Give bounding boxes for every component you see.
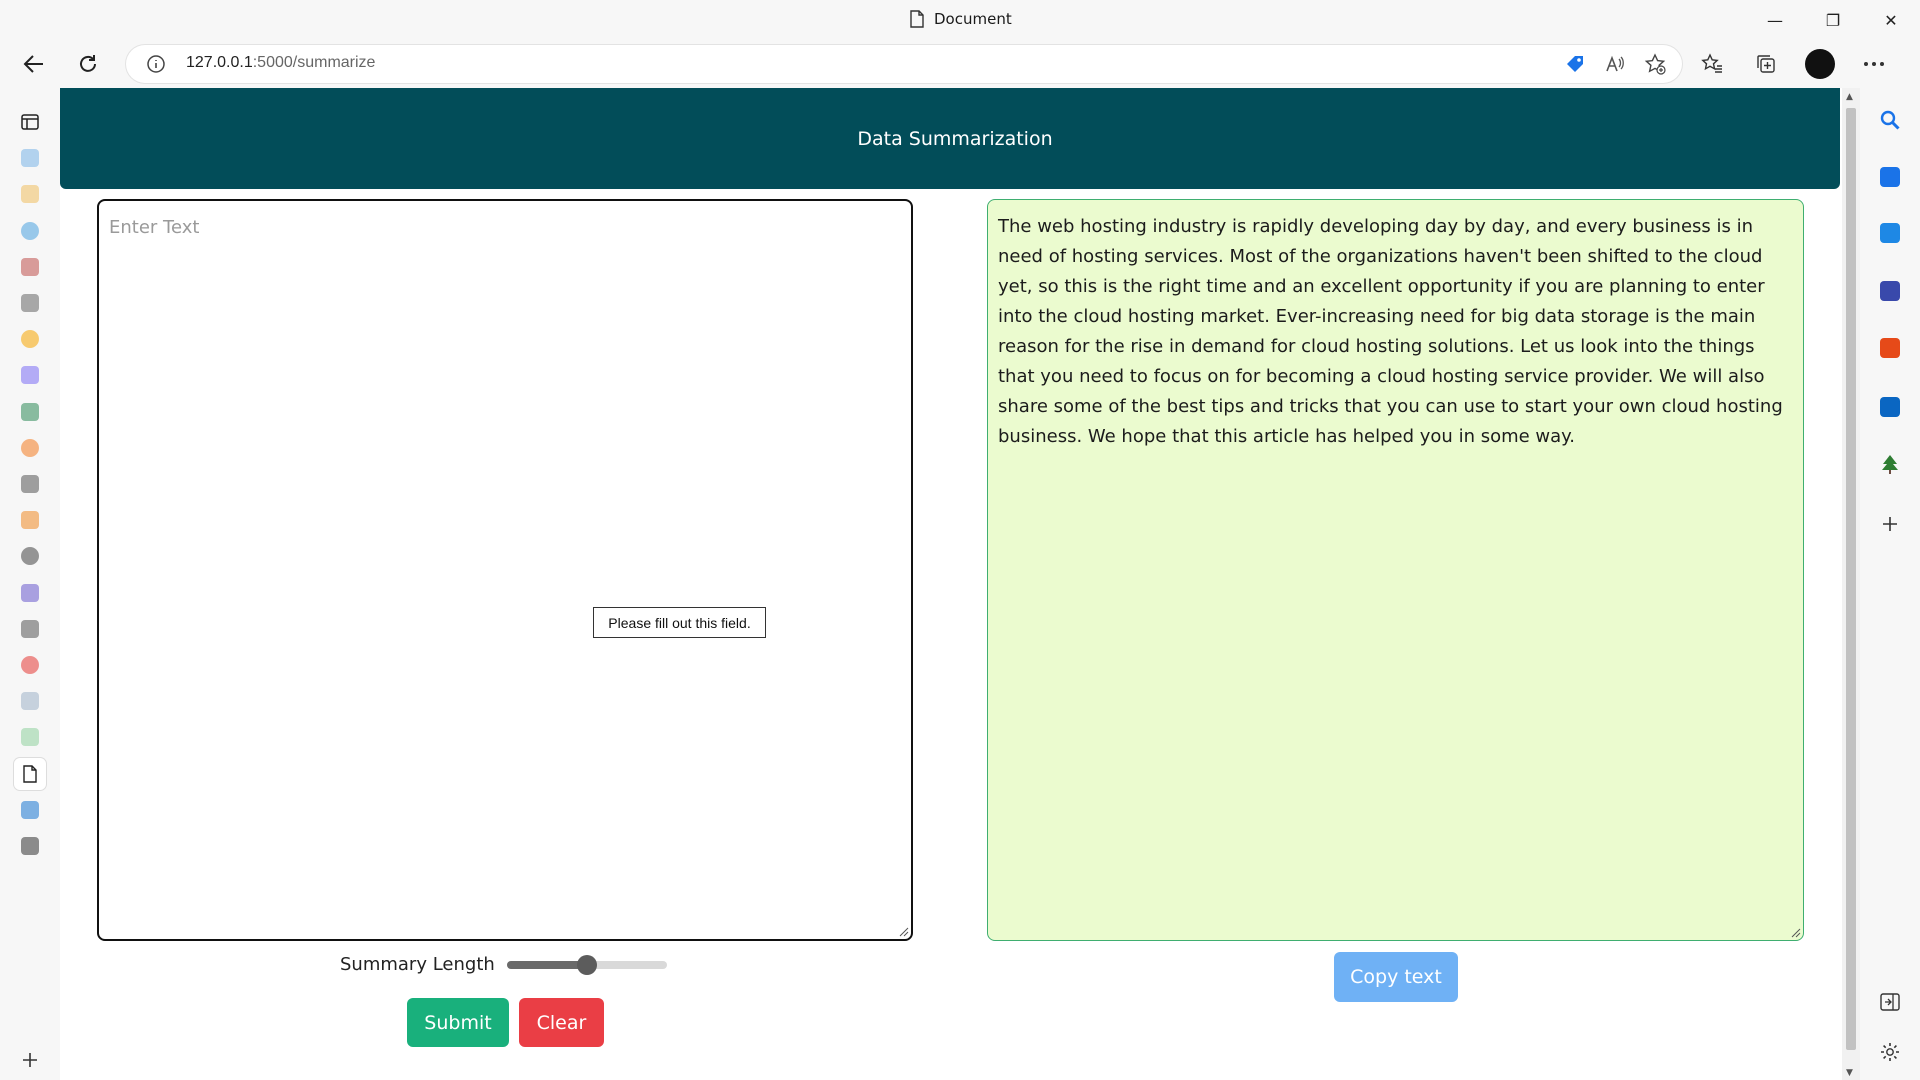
chart-line-favicon-icon[interactable]	[14, 468, 46, 500]
swimmer-favicon-icon[interactable]	[14, 540, 46, 572]
summary-length-label: Summary Length	[340, 954, 495, 975]
vertical-tab-strip	[0, 88, 60, 1080]
read-aloud-icon[interactable]	[1602, 51, 1628, 77]
summary-output-text: The web hosting industry is rapidly deve…	[998, 216, 1783, 447]
owl-favicon-icon[interactable]	[14, 830, 46, 862]
page-header: Data Summarization	[60, 88, 1840, 189]
square-favicon-icon[interactable]	[14, 721, 46, 753]
address-bar[interactable]: 127.0.0.1:5000/summarize	[126, 45, 1682, 83]
sidebar-collapse-icon[interactable]	[1876, 988, 1904, 1016]
url-text[interactable]: 127.0.0.1:5000/summarize	[186, 54, 375, 72]
c-circle-favicon-icon[interactable]	[14, 359, 46, 391]
sun-favicon-icon[interactable]	[14, 504, 46, 536]
info-favicon-icon[interactable]	[14, 794, 46, 826]
image-favicon-icon[interactable]	[14, 396, 46, 428]
submit-button[interactable]: Submit	[407, 998, 509, 1047]
document-icon	[910, 10, 924, 28]
collections-button[interactable]	[1748, 46, 1784, 82]
k-favicon-icon[interactable]	[14, 215, 46, 247]
grid-favicon-icon[interactable]	[14, 685, 46, 717]
new-tab-plus-icon[interactable]	[14, 1044, 46, 1076]
browser-toolbar: 127.0.0.1:5000/summarize	[0, 40, 1920, 88]
office-icon[interactable]	[1876, 334, 1904, 362]
summary-length-slider[interactable]	[506, 954, 667, 975]
toolbox-icon[interactable]	[1876, 219, 1904, 247]
favorites-button[interactable]	[1694, 46, 1730, 82]
validation-tooltip: Please fill out this field.	[593, 607, 766, 638]
orange-circle-favicon-icon[interactable]	[14, 432, 46, 464]
input-textarea[interactable]: Enter Text	[97, 199, 913, 941]
resize-handle-icon[interactable]	[899, 927, 909, 937]
site-info-icon[interactable]	[146, 54, 166, 78]
back-chevron-favicon-icon[interactable]	[14, 142, 46, 174]
back-arrow-icon	[23, 55, 43, 73]
summary-length-control: Summary Length	[340, 954, 667, 975]
add-favorite-icon[interactable]	[1642, 51, 1668, 77]
input-placeholder: Enter Text	[109, 217, 200, 238]
bitcoin-favicon-icon[interactable]	[14, 323, 46, 355]
reload-icon	[80, 55, 96, 72]
crest-favicon-icon[interactable]	[14, 251, 46, 283]
scroll-down-icon[interactable]: ▼	[1846, 1068, 1853, 1078]
avatar	[1805, 49, 1835, 79]
games-icon[interactable]	[1876, 277, 1904, 305]
search-icon[interactable]	[1876, 106, 1904, 134]
close-button[interactable]: ✕	[1862, 0, 1920, 40]
planet-favicon-icon[interactable]	[14, 577, 46, 609]
more-icon	[1864, 62, 1884, 66]
collections-icon	[1757, 55, 1775, 73]
text-logo-favicon-icon[interactable]	[14, 287, 46, 319]
copy-text-button[interactable]: Copy text	[1334, 952, 1458, 1002]
scroll-up-icon[interactable]: ▲	[1846, 92, 1853, 102]
minimize-button[interactable]: —	[1746, 0, 1804, 40]
add-icon[interactable]	[1876, 510, 1904, 538]
tree-icon[interactable]	[1876, 450, 1904, 478]
profile-button[interactable]	[1802, 46, 1838, 82]
window-title: Document	[910, 10, 1012, 28]
page-title: Data Summarization	[857, 127, 1053, 150]
clear-button[interactable]: Clear	[519, 998, 604, 1047]
slider-thumb[interactable]	[576, 954, 597, 975]
infinity-favicon-icon[interactable]	[14, 178, 46, 210]
reload-button[interactable]	[70, 46, 106, 82]
document-favicon-icon[interactable]	[14, 757, 46, 790]
sidebar-toggle-icon[interactable]	[14, 106, 46, 138]
settings-gear-icon[interactable]	[1876, 1038, 1904, 1066]
c-square-favicon-icon[interactable]	[14, 613, 46, 645]
resize-handle-icon[interactable]	[1791, 928, 1801, 938]
edge-sidebar	[1860, 88, 1920, 1080]
window-title-text: Document	[934, 10, 1012, 28]
shopping-tag-icon[interactable]	[1562, 51, 1588, 77]
slider-fill	[506, 960, 587, 969]
web-page: Data Summarization Enter Text Please fil…	[60, 88, 1842, 1080]
page-scrollbar[interactable]: ▲ ▼	[1842, 88, 1860, 1080]
title-bar: Document — ❐ ✕	[0, 0, 1920, 40]
maximize-button[interactable]: ❐	[1804, 0, 1862, 40]
summary-output-textarea[interactable]: The web hosting industry is rapidly deve…	[987, 199, 1804, 941]
back-button[interactable]	[16, 46, 52, 82]
shopping-tag-icon[interactable]	[1876, 163, 1904, 191]
favorites-icon	[1701, 53, 1722, 73]
scroll-thumb[interactable]	[1846, 108, 1856, 1050]
youtube-favicon-icon[interactable]	[14, 649, 46, 681]
settings-more-button[interactable]	[1856, 46, 1892, 82]
outlook-icon[interactable]	[1876, 393, 1904, 421]
